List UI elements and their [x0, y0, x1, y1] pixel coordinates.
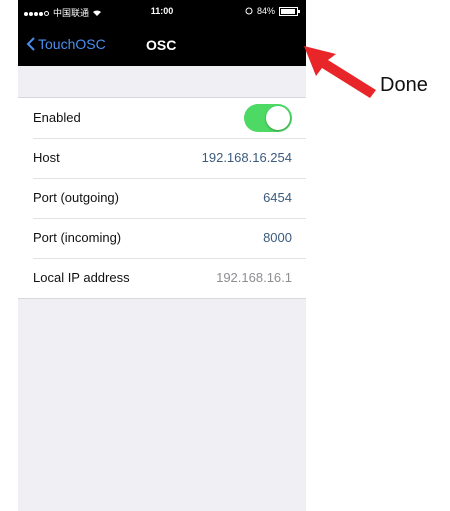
host-row[interactable]: Host 192.168.16.254: [18, 138, 306, 178]
port-incoming-label: Port (incoming): [33, 230, 122, 245]
chevron-left-icon: [26, 37, 35, 51]
status-bar: 中国联通 11:00 84%: [18, 0, 306, 23]
status-right: 84%: [245, 6, 300, 16]
back-button-label: TouchOSC: [38, 36, 106, 52]
port-outgoing-row[interactable]: Port (outgoing) 6454: [18, 178, 306, 218]
local-ip-row: Local IP address 192.168.16.1: [18, 258, 306, 298]
red-arrow-icon: [304, 46, 376, 98]
toggle-knob: [266, 106, 290, 130]
osc-settings-table: Enabled Host 192.168.16.254 Port (outgoi…: [18, 97, 306, 299]
phone-screen: 中国联通 11:00 84% TouchOSC OSC Enabled Host…: [18, 0, 306, 511]
local-ip-value: 192.168.16.1: [216, 270, 292, 285]
local-ip-label: Local IP address: [33, 270, 130, 285]
port-outgoing-value[interactable]: 6454: [263, 190, 292, 205]
host-label: Host: [33, 150, 60, 165]
done-annotation: Done: [380, 74, 428, 96]
battery-icon: [279, 6, 300, 16]
page-title: OSC: [146, 37, 177, 53]
host-value[interactable]: 192.168.16.254: [202, 150, 292, 165]
port-outgoing-label: Port (outgoing): [33, 190, 119, 205]
battery-percent: 84%: [256, 6, 275, 16]
enabled-label: Enabled: [33, 110, 81, 125]
navigation-bar: TouchOSC OSC: [18, 23, 306, 66]
back-button[interactable]: TouchOSC: [26, 36, 106, 52]
orientation-lock-icon: [245, 7, 253, 15]
port-incoming-value[interactable]: 8000: [263, 230, 292, 245]
enabled-toggle[interactable]: [244, 104, 292, 132]
enabled-row: Enabled: [18, 98, 306, 138]
port-incoming-row[interactable]: Port (incoming) 8000: [18, 218, 306, 258]
